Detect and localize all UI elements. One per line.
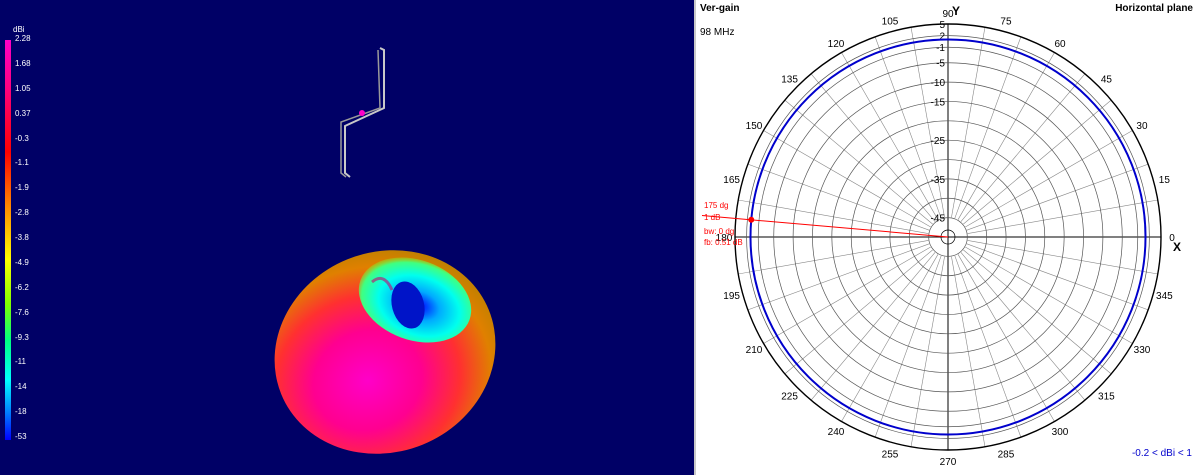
torus-body [274, 250, 496, 454]
db-tick-label: -45 [931, 214, 946, 225]
db-tick-label: -10 [931, 78, 946, 89]
angle-label: 330 [1134, 345, 1151, 356]
angle-label: 165 [723, 175, 740, 186]
angle-label: 300 [1052, 427, 1069, 438]
angle-label: 285 [998, 449, 1015, 460]
marker-front-back: fb: 0.51 dB [704, 238, 743, 247]
angle-label: 240 [828, 427, 845, 438]
polar-chart: 52-1 -5 -10 -15 -25 -35 -45 0 15 30 45 60 75 90 105 120… [701, 9, 1175, 468]
angle-label: 30 [1136, 121, 1148, 132]
db-tick-label: 2 [939, 32, 945, 43]
angle-label: 135 [781, 75, 798, 86]
angle-label: 45 [1101, 75, 1113, 86]
angle-label: 15 [1159, 175, 1171, 186]
angle-label: 75 [1000, 17, 1012, 28]
angle-label: 90 [942, 9, 954, 20]
db-tick-label: -15 [931, 97, 946, 108]
angle-label: 345 [1156, 291, 1173, 302]
polar-plot-panel[interactable]: Ver-gain Horizontal plane 98 MHz Y X 52-… [696, 0, 1200, 475]
angle-label: 60 [1054, 39, 1066, 50]
db-tick-label: -35 [931, 175, 946, 186]
db-tick-label: 5 [939, 20, 945, 31]
angle-label: 0 [1169, 233, 1175, 244]
db-tick-label: -1 [936, 43, 945, 54]
gain-range-label: -0.2 < dBi < 1 [1131, 448, 1192, 459]
3d-view-panel[interactable]: dBi 2.28 1.68 1.05 0.37 -0.3 -1.1 -1.9 -2.8 -3.8… [0, 0, 694, 475]
angle-label: 225 [781, 391, 798, 402]
marker-gain: 1 dB [704, 213, 721, 222]
db-tick-label: -5 [936, 59, 945, 70]
angle-label: 150 [746, 121, 763, 132]
angle-label: 255 [882, 449, 899, 460]
marker-beamwidth: bw: 0 dg [704, 227, 735, 236]
angle-label: 210 [746, 345, 763, 356]
angle-label: 270 [940, 457, 957, 468]
angle-label: 195 [723, 291, 740, 302]
marker-angle: 175 dg [704, 201, 729, 210]
db-tick-label: -25 [931, 136, 946, 147]
angle-label: 120 [828, 39, 845, 50]
3d-radiation-pattern [274, 250, 496, 454]
marker-dot [748, 216, 755, 223]
angle-label: 315 [1098, 391, 1115, 402]
angle-label: 105 [882, 17, 899, 28]
